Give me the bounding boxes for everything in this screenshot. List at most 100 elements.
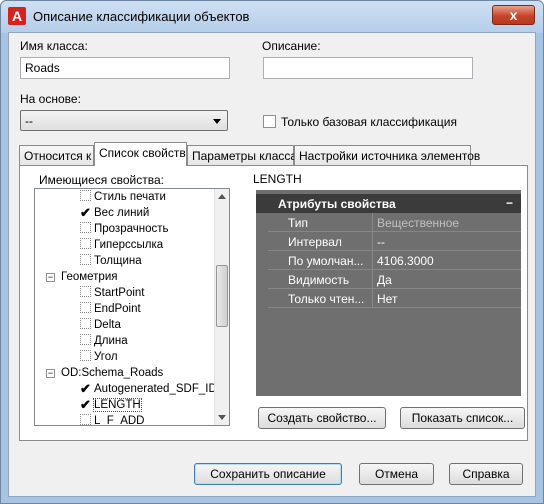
- checkbox-icon[interactable]: [80, 302, 91, 313]
- property-value: Да: [377, 273, 392, 287]
- scroll-up-icon[interactable]: [218, 194, 226, 199]
- scroll-down-icon[interactable]: [218, 415, 226, 420]
- help-button[interactable]: Справка: [449, 463, 523, 485]
- property-row-interval[interactable]: Интервал --: [268, 232, 521, 251]
- tree-group[interactable]: − OD:Schema_Roads: [46, 365, 163, 381]
- column-divider: [372, 289, 373, 308]
- tree-group-label: OD:Schema_Roads: [61, 367, 164, 379]
- create-property-button[interactable]: Создать свойство...: [258, 407, 386, 429]
- selected-property-name: LENGTH: [253, 172, 302, 186]
- tree-item[interactable]: StartPoint: [80, 285, 145, 301]
- tree-item[interactable]: ✔ Autogenerated_SDF_ID: [80, 381, 217, 397]
- checkbox-icon[interactable]: [80, 238, 91, 249]
- dialog-window: A Описание классификации объектов x Имя …: [0, 0, 544, 504]
- property-key: Тип: [288, 216, 309, 230]
- save-description-button[interactable]: Сохранить описание: [194, 463, 342, 485]
- collapse-icon[interactable]: −: [506, 196, 513, 210]
- tree-item-label: Толщина: [94, 255, 142, 267]
- tree-group-label: Геометрия: [61, 271, 118, 283]
- based-on-value: --: [25, 114, 33, 128]
- base-only-checkbox[interactable]: [263, 115, 276, 128]
- tree-item[interactable]: Угол: [80, 349, 118, 365]
- tree-scrollbar[interactable]: [214, 189, 229, 425]
- collapse-icon[interactable]: −: [46, 273, 55, 282]
- tree-item-label: LENGTH: [93, 398, 142, 412]
- checkbox-icon[interactable]: [80, 254, 91, 265]
- show-list-button[interactable]: Показать список...: [400, 407, 525, 429]
- checkbox-icon[interactable]: [80, 414, 91, 425]
- property-row-readonly[interactable]: Только чтен... Нет: [268, 289, 521, 308]
- tree-item[interactable]: Длина: [80, 333, 128, 349]
- tree-item[interactable]: Delta: [80, 317, 121, 333]
- based-on-select[interactable]: --: [20, 110, 228, 131]
- column-divider: [372, 213, 373, 232]
- tree-item[interactable]: Стиль печати: [80, 189, 166, 205]
- property-key: Видимость: [288, 273, 350, 287]
- property-value: Нет: [377, 292, 398, 306]
- description-input[interactable]: [263, 57, 473, 79]
- checkbox-icon[interactable]: [80, 286, 91, 297]
- property-key: По умолчан...: [288, 254, 364, 268]
- checkbox-icon[interactable]: [80, 334, 91, 345]
- description-label: Описание:: [262, 39, 321, 53]
- available-properties-label: Имеющиеся свойства:: [39, 173, 164, 187]
- class-name-input[interactable]: Roads: [20, 57, 230, 79]
- column-divider: [372, 251, 373, 270]
- tree-item[interactable]: EndPoint: [80, 301, 141, 317]
- tree-item-label: StartPoint: [94, 287, 145, 299]
- tree-item[interactable]: Прозрачность: [80, 221, 169, 237]
- tree-item[interactable]: Толщина: [80, 253, 142, 269]
- properties-tree[interactable]: Стиль печати ✔ Вес линий Прозрачность Гип…: [34, 188, 230, 426]
- column-divider: [372, 270, 373, 289]
- property-value: 4106.3000: [377, 254, 434, 268]
- tab-class-settings[interactable]: Параметры класса: [187, 145, 297, 165]
- property-key: Интервал: [288, 235, 342, 249]
- row-divider: [268, 307, 521, 308]
- tree-item-label: Вес линий: [94, 207, 150, 219]
- checkmark-icon[interactable]: ✔: [80, 382, 91, 395]
- dialog-body: Имя класса: Roads Описание: На основе: -…: [8, 32, 536, 497]
- tree-item-label: Угол: [94, 351, 118, 363]
- scrollbar-thumb[interactable]: [216, 265, 228, 327]
- tree-item-label: Autogenerated_SDF_ID: [94, 383, 217, 395]
- property-attributes-panel: Атрибуты свойства − Тип Вещественное Инте…: [256, 190, 521, 396]
- property-row-type[interactable]: Тип Вещественное: [268, 213, 521, 232]
- cancel-button[interactable]: Отмена: [359, 463, 434, 485]
- tree-item-label: Delta: [94, 319, 121, 331]
- checkbox-icon[interactable]: [80, 222, 91, 233]
- property-list-panel: Имеющиеся свойства: Стиль печати ✔ Вес ли…: [19, 165, 528, 441]
- base-only-label: Только базовая классификация: [281, 115, 457, 129]
- tab-applies-to[interactable]: Относится к: [19, 145, 94, 165]
- title-bar: A Описание классификации объектов x: [1, 1, 543, 33]
- checkmark-icon[interactable]: ✔: [80, 398, 91, 411]
- tree-item[interactable]: L_F_ADD: [80, 413, 145, 426]
- property-attributes-header[interactable]: Атрибуты свойства −: [256, 194, 521, 213]
- tree-item-label: Прозрачность: [94, 223, 169, 235]
- property-value: --: [377, 235, 385, 249]
- based-on-label: На основе:: [20, 92, 81, 106]
- tree-item-label: Гиперссылка: [94, 239, 164, 251]
- autocad-logo-icon: A: [8, 7, 26, 25]
- checkbox-icon[interactable]: [80, 318, 91, 329]
- tree-item-selected[interactable]: ✔ LENGTH: [80, 397, 142, 413]
- close-button[interactable]: x: [492, 5, 535, 25]
- tab-property-list[interactable]: Список свойств: [94, 142, 187, 166]
- checkbox-icon[interactable]: [80, 190, 91, 201]
- tree-item[interactable]: ✔ Вес линий: [80, 205, 149, 221]
- tree-item[interactable]: Гиперссылка: [80, 237, 163, 253]
- chevron-down-icon: [213, 119, 221, 124]
- property-row-visibility[interactable]: Видимость Да: [268, 270, 521, 289]
- checkbox-icon[interactable]: [80, 350, 91, 361]
- collapse-icon[interactable]: −: [46, 369, 55, 378]
- property-attributes-title: Атрибуты свойства: [278, 197, 396, 211]
- property-value: Вещественное: [377, 216, 460, 230]
- checkmark-icon[interactable]: ✔: [80, 206, 91, 219]
- column-divider: [372, 232, 373, 251]
- tree-group[interactable]: − Геометрия: [46, 269, 117, 285]
- tree-item-label: L_F_ADD: [94, 415, 145, 426]
- tree-item-label: Длина: [94, 335, 128, 347]
- tab-source-settings[interactable]: Настройки источника элементов: [294, 145, 480, 165]
- window-title: Описание классификации объектов: [33, 9, 250, 24]
- property-row-default[interactable]: По умолчан... 4106.3000: [268, 251, 521, 270]
- class-name-label: Имя класса:: [20, 39, 88, 53]
